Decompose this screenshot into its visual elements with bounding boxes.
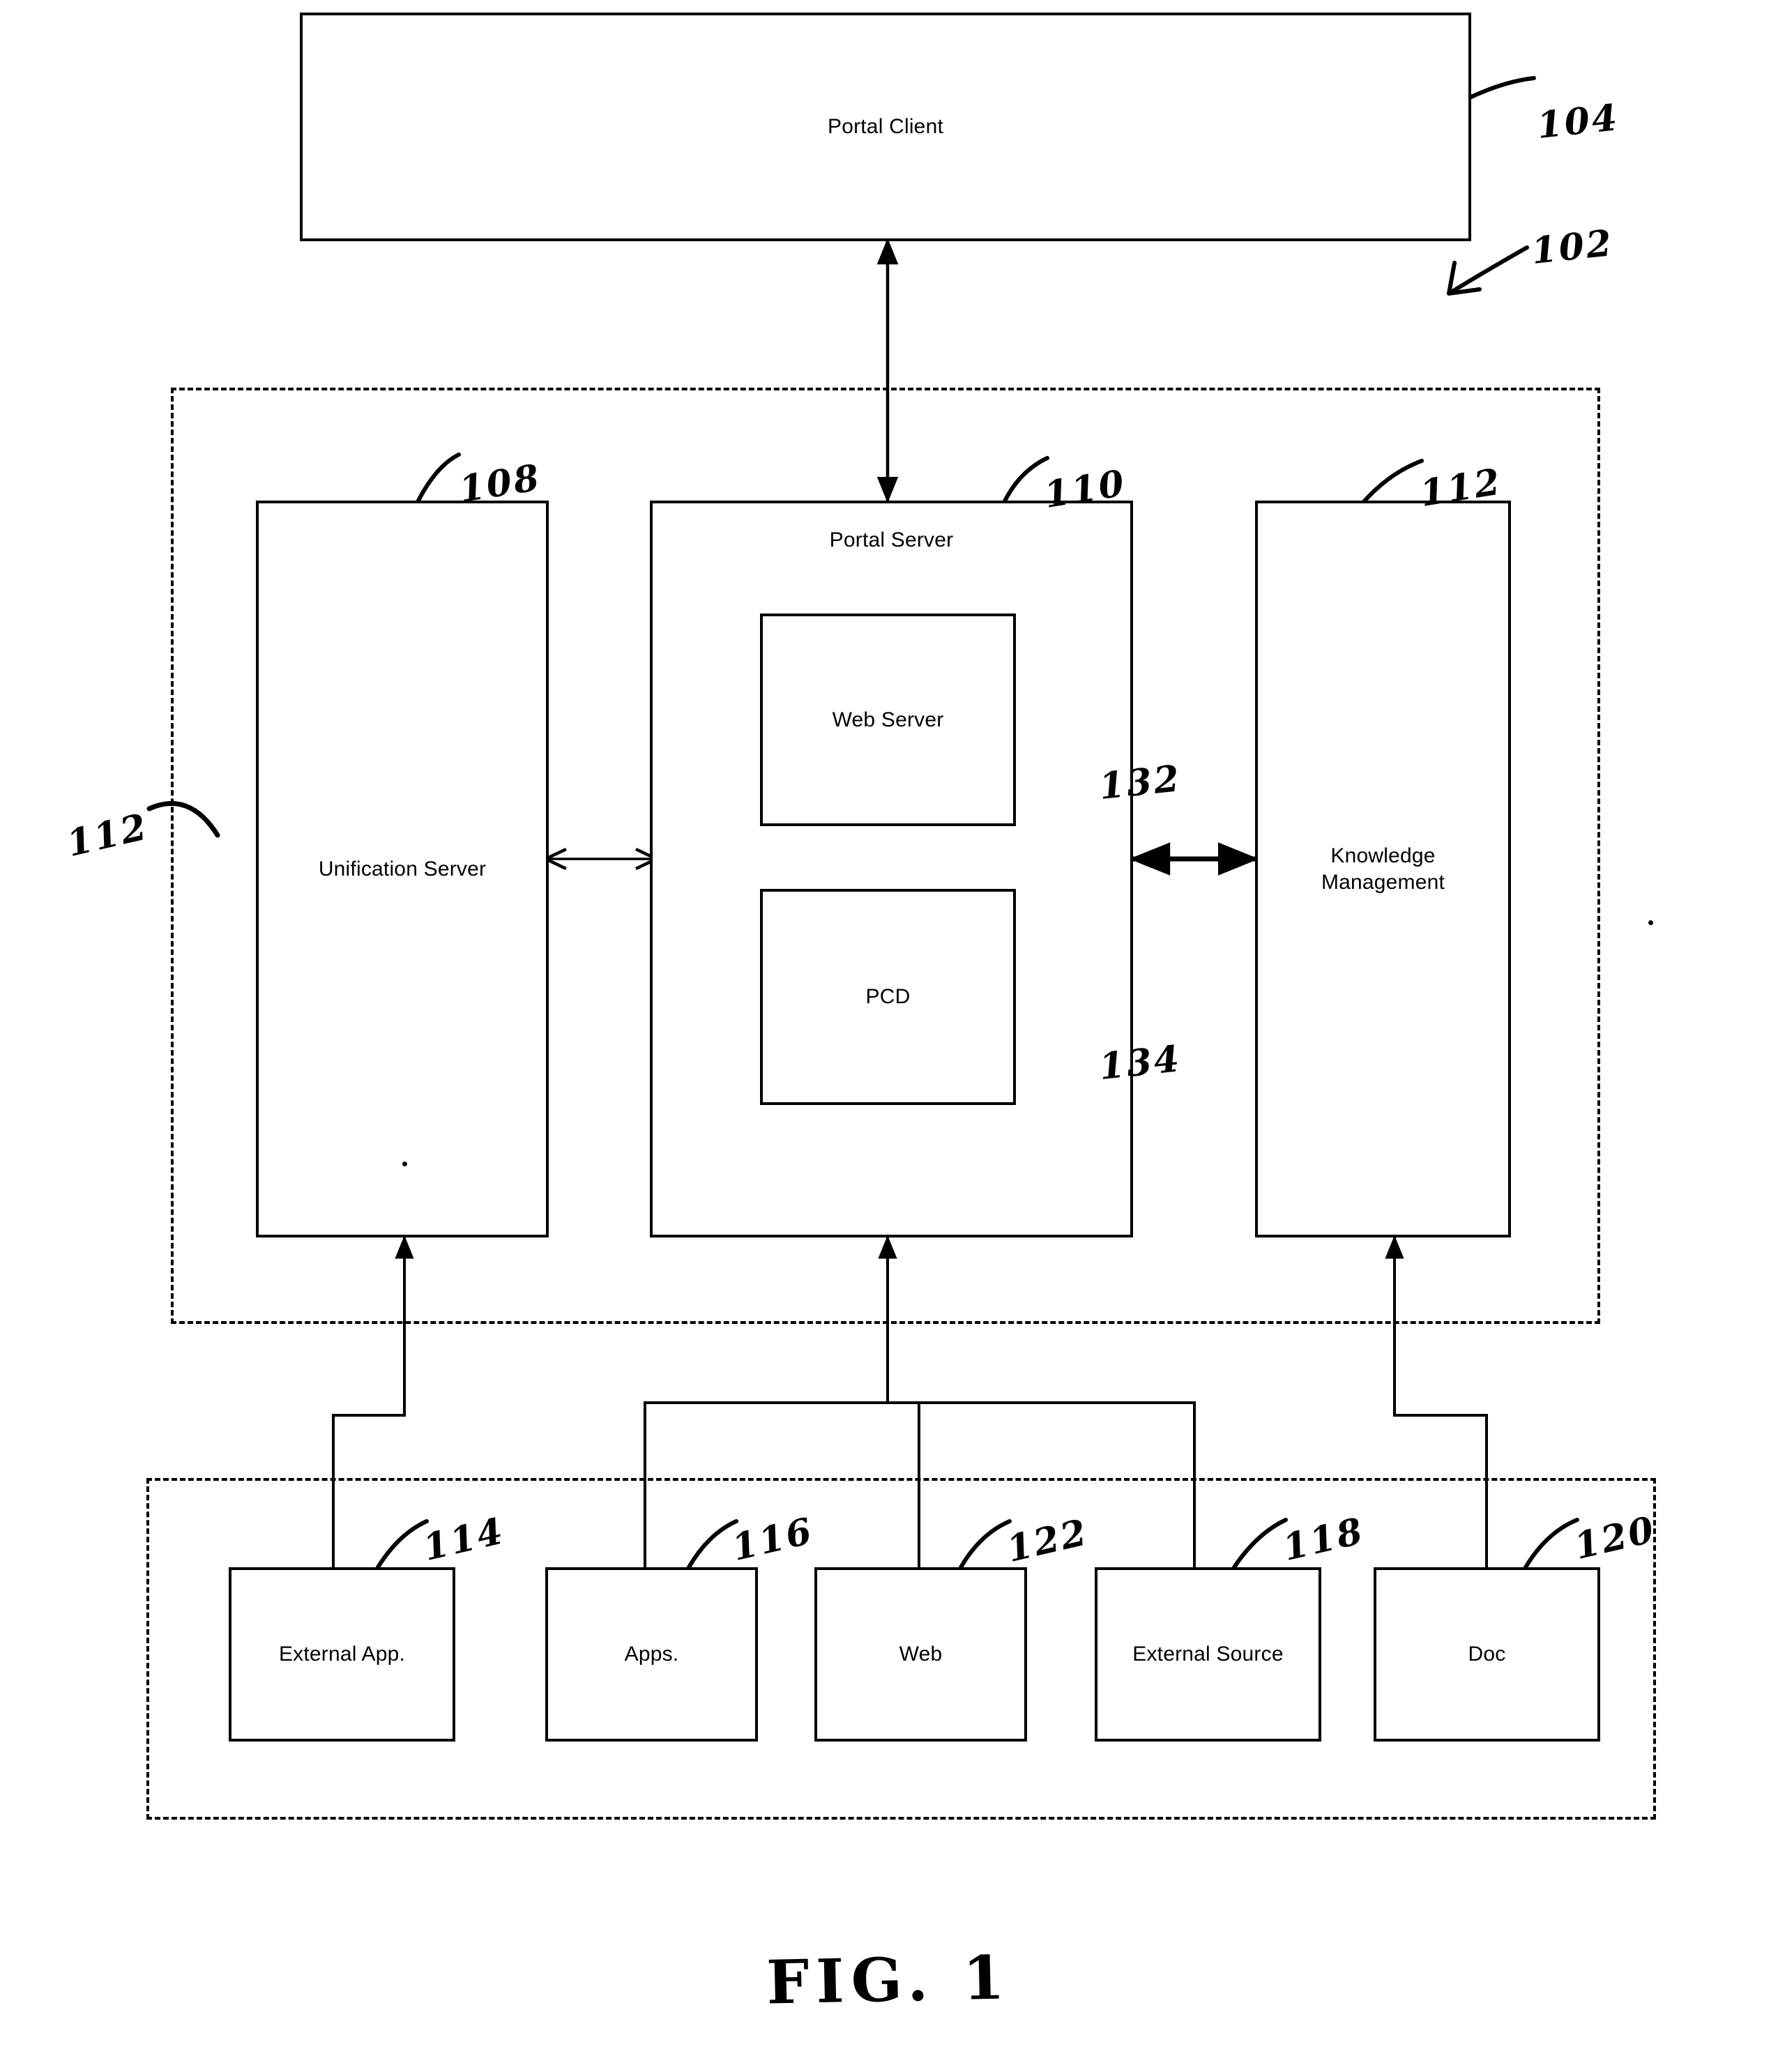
scan-speck [402, 1161, 407, 1166]
external-source-box: External Source [1095, 1567, 1321, 1742]
pcd-box: PCD [760, 889, 1016, 1105]
ref-numeral-134: 134 [1097, 1037, 1183, 1088]
ref-numeral-112-left: 112 [63, 805, 153, 865]
external-source-label: External Source [1132, 1643, 1284, 1666]
ref-numeral-104: 104 [1535, 96, 1621, 147]
web-server-label: Web Server [832, 708, 944, 731]
apps-box: Apps. [545, 1567, 758, 1742]
unification-server-box: Unification Server [256, 501, 549, 1237]
web-server-box: Web Server [760, 614, 1016, 826]
apps-label: Apps. [624, 1643, 679, 1666]
web-box: Web [814, 1567, 1027, 1742]
portal-client-label: Portal Client [827, 115, 943, 139]
portal-server-box: Portal Server [650, 501, 1133, 1237]
pcd-label: PCD [865, 985, 911, 1009]
portal-server-label: Portal Server [829, 528, 954, 551]
web-label: Web [899, 1643, 943, 1666]
external-app-label: External App. [278, 1643, 406, 1666]
scan-speck [1648, 920, 1653, 925]
doc-label: Doc [1468, 1643, 1506, 1666]
figure-caption: FIG. 1 [766, 1942, 1012, 2018]
knowledge-management-box: Knowledge Management [1255, 501, 1511, 1237]
knowledge-management-label: Knowledge Management [1321, 844, 1445, 894]
patent-figure: Portal Client Unification Server Portal … [0, 0, 1778, 2072]
ref-numeral-132: 132 [1097, 757, 1183, 808]
doc-box: Doc [1374, 1567, 1600, 1742]
ref-numeral-102: 102 [1529, 222, 1616, 273]
external-app-box: External App. [229, 1567, 455, 1742]
portal-client-box: Portal Client [300, 13, 1471, 241]
unification-server-label: Unification Server [318, 857, 487, 881]
